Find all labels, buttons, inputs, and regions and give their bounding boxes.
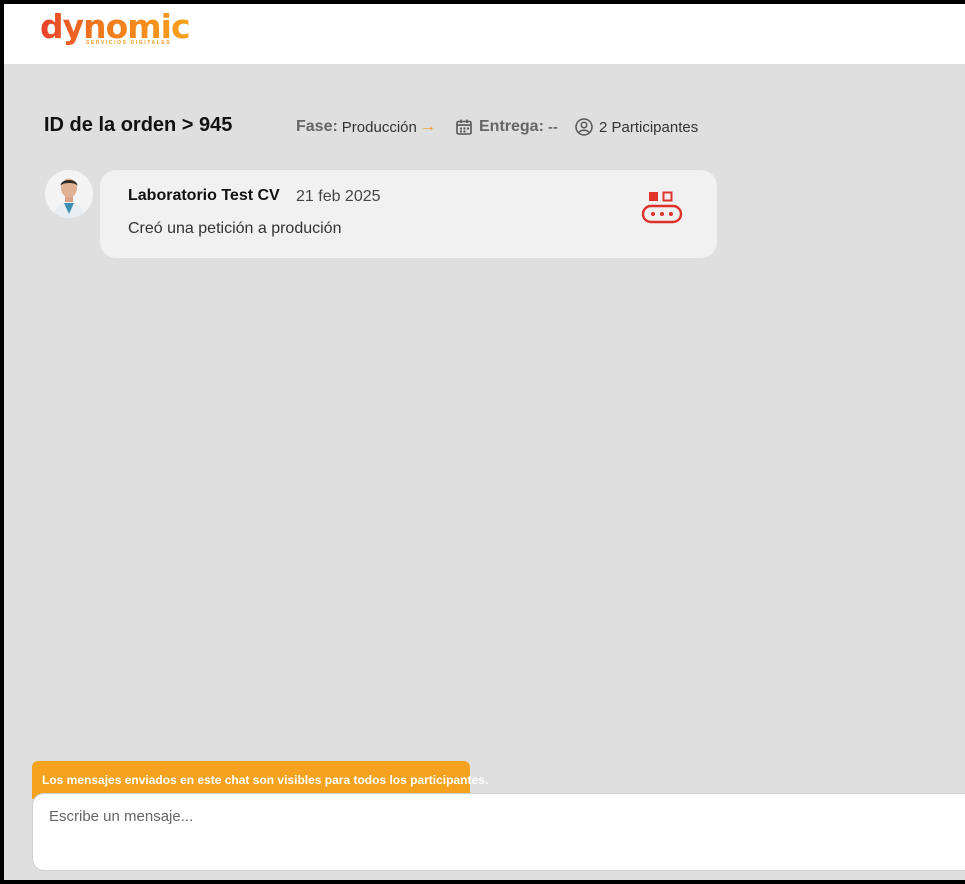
phase-value: Producción xyxy=(341,118,417,136)
user-circle-icon xyxy=(575,118,593,136)
calendar-icon xyxy=(456,119,472,135)
delivery-label: Entrega: xyxy=(479,118,544,135)
order-phase: Fase: Producción → xyxy=(296,118,436,136)
participants-count: 2 Participantes xyxy=(599,118,699,136)
message-date: 21 feb 2025 xyxy=(296,188,381,205)
top-bar: dynomic SERVICIOS DIGITALES xyxy=(4,4,965,64)
message-composer xyxy=(32,793,965,871)
brand-logo[interactable]: dynomic SERVICIOS DIGITALES xyxy=(40,6,200,56)
conveyor-icon xyxy=(641,191,683,224)
arrow-right-icon: → xyxy=(419,118,436,135)
order-title: ID de la orden > 945 xyxy=(44,114,233,136)
notice-text: Los mensajes enviados en este chat son v… xyxy=(42,773,489,787)
message-text: Creó una petición a produción xyxy=(128,220,342,237)
avatar xyxy=(45,170,93,218)
message-sender: Laboratorio Test CV xyxy=(128,187,280,204)
phase-label: Fase: xyxy=(296,118,338,135)
user-photo-icon xyxy=(45,170,93,218)
brand-tagline: SERVICIOS DIGITALES xyxy=(86,40,172,46)
order-delivery: Entrega: -- xyxy=(455,118,558,136)
participants-button[interactable]: 2 Participantes xyxy=(575,118,698,136)
message-input[interactable] xyxy=(47,806,951,860)
delivery-value: -- xyxy=(547,118,558,136)
message-bubble: Laboratorio Test CV 21 feb 2025 Creó una… xyxy=(100,170,717,258)
app-frame: dynomic SERVICIOS DIGITALES ID de la ord… xyxy=(4,4,965,880)
